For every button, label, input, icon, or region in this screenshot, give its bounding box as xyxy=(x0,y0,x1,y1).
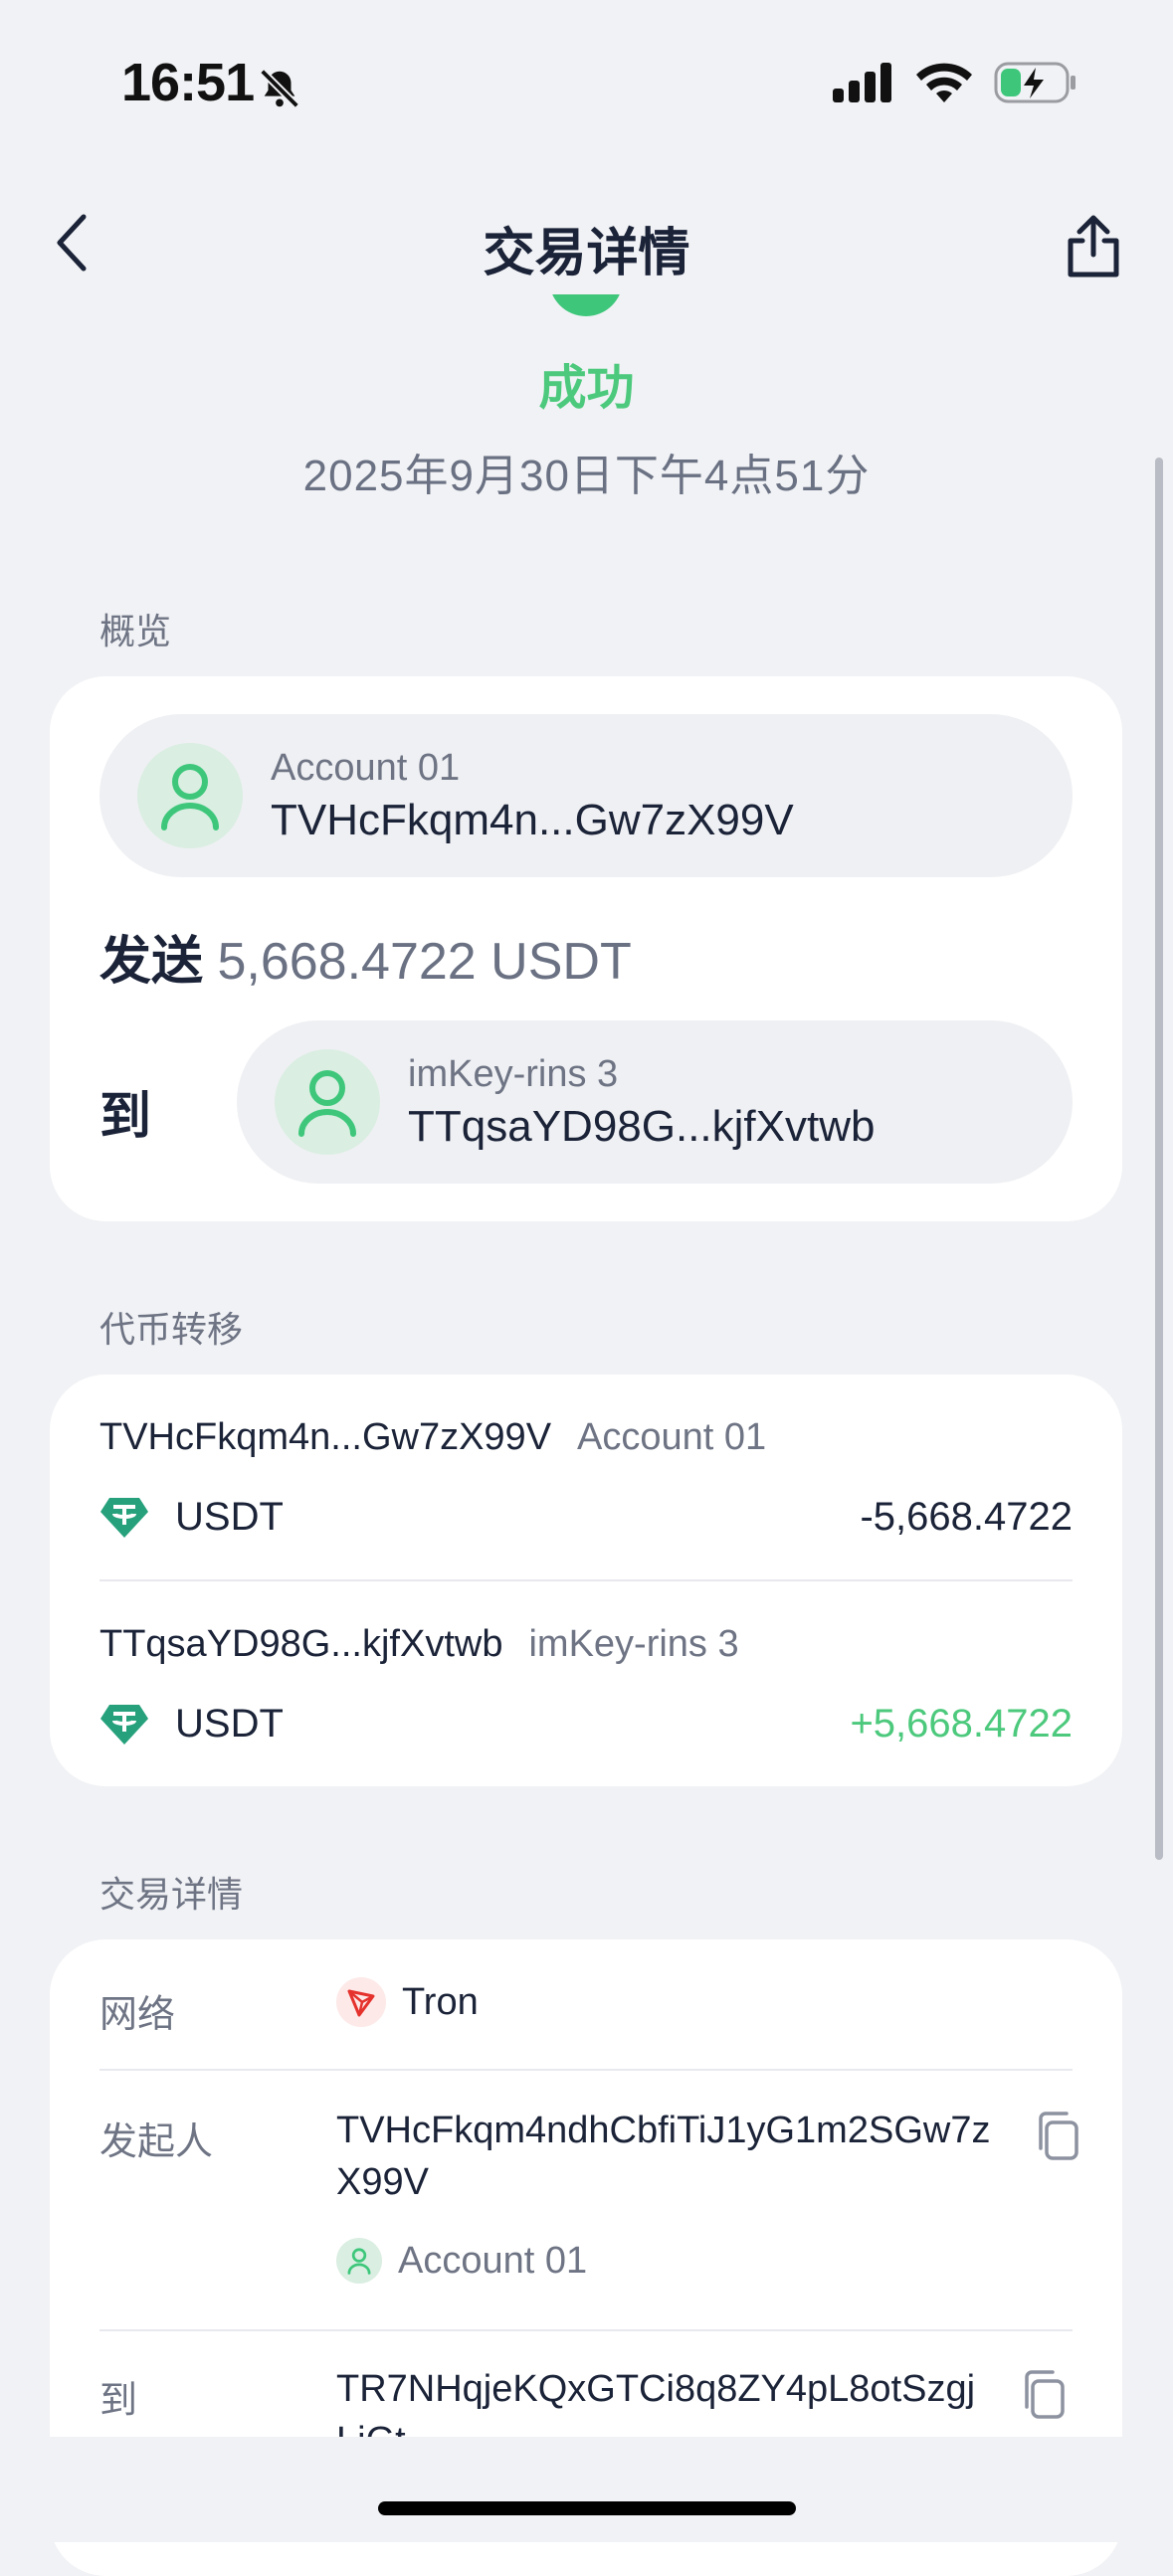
share-icon xyxy=(1068,215,1119,277)
to-label: 到 xyxy=(99,1088,152,1146)
bottom-safe-area xyxy=(0,2437,1173,2542)
transfer-amount: -5,668.4722 xyxy=(860,1495,1073,1539)
scrollbar[interactable] xyxy=(1155,458,1163,1860)
from-account-name: Account 01 xyxy=(271,746,461,789)
bell-slash-icon xyxy=(257,66,302,116)
send-verb: 发送 xyxy=(99,933,204,991)
success-icon xyxy=(549,294,623,316)
copy-icon xyxy=(1039,2112,1078,2160)
recipient-address-line1: TR7NHqjeKQxGTCi8q8ZY4pL8otSzgj xyxy=(336,2368,976,2410)
initiator-label: 发起人 xyxy=(99,2121,214,2163)
page-title: 交易详情 xyxy=(483,225,690,282)
network-label: 网络 xyxy=(99,1994,176,2036)
to-account-pill[interactable]: imKey-rins 3 TTqsaYD98G...kjfXvtwb xyxy=(237,1020,1073,1184)
usdt-icon xyxy=(100,1497,148,1538)
battery-charging-icon xyxy=(994,62,1077,108)
usdt-icon xyxy=(100,1704,148,1745)
transfer-address: TTqsaYD98G...kjfXvtwb xyxy=(99,1623,503,1665)
divider xyxy=(99,1579,1073,1581)
from-account-address: TVHcFkqm4n...Gw7zX99V xyxy=(271,795,794,844)
copy-initiator-button[interactable] xyxy=(1031,2109,1086,2164)
transfer-row[interactable]: TTqsaYD98G...kjfXvtwb imKey-rins 3 USDT +… xyxy=(99,1623,1073,1747)
from-account-pill[interactable]: Account 01 TVHcFkqm4n...Gw7zX99V xyxy=(99,714,1073,877)
token-symbol: USDT xyxy=(175,1702,284,1746)
wifi-icon xyxy=(916,63,972,107)
send-summary: 发送 5,668.4722 USDT xyxy=(99,919,632,994)
initiator-account: Account 01 xyxy=(336,2238,587,2284)
copy-icon xyxy=(1025,2370,1065,2419)
transfers-card: TVHcFkqm4n...Gw7zX99V Account 01 USDT -5,… xyxy=(50,1375,1122,1786)
transfer-address: TVHcFkqm4n...Gw7zX99V xyxy=(99,1416,552,1458)
status-icons xyxy=(833,62,1077,108)
signal-icon xyxy=(833,63,894,107)
section-label-details: 交易详情 xyxy=(99,1874,244,1915)
user-icon xyxy=(161,764,219,830)
network-value: Tron xyxy=(336,1977,479,2027)
to-account-address: TTqsaYD98G...kjfXvtwb xyxy=(408,1101,876,1151)
transfer-account-name: Account 01 xyxy=(577,1416,767,1458)
token-symbol: USDT xyxy=(175,1495,284,1539)
transfer-amount: +5,668.4722 xyxy=(850,1702,1073,1746)
recipient-label: 到 xyxy=(99,2380,138,2422)
user-icon xyxy=(336,2238,382,2284)
overview-card: Account 01 TVHcFkqm4n...Gw7zX99V 发送 5,66… xyxy=(50,676,1122,1221)
initiator-address-line2: X99V xyxy=(336,2161,429,2203)
initiator-address: TVHcFkqm4ndhCbfiTiJ1yG1m2SGw7z X99V xyxy=(336,2105,990,2208)
network-name: Tron xyxy=(402,1980,479,2023)
share-button[interactable] xyxy=(1050,203,1137,290)
home-indicator[interactable] xyxy=(378,2501,796,2515)
divider xyxy=(99,2329,1073,2331)
avatar xyxy=(275,1049,380,1155)
user-icon xyxy=(298,1070,356,1137)
divider xyxy=(99,2069,1073,2071)
section-label-transfers: 代币转移 xyxy=(99,1309,244,1350)
section-label-overview: 概览 xyxy=(99,611,172,651)
status-text: 成功 xyxy=(538,362,635,415)
initiator-account-name: Account 01 xyxy=(398,2239,588,2282)
initiator-address-line1: TVHcFkqm4ndhCbfiTiJ1yG1m2SGw7z xyxy=(336,2110,991,2151)
transfer-row[interactable]: TVHcFkqm4n...Gw7zX99V Account 01 USDT -5,… xyxy=(99,1416,1073,1540)
status-time: 16:51 xyxy=(121,53,255,112)
to-account-name: imKey-rins 3 xyxy=(408,1052,619,1095)
tron-icon xyxy=(336,1977,386,2027)
transaction-datetime: 2025年9月30日下午4点51分 xyxy=(302,452,871,500)
avatar xyxy=(137,743,243,848)
copy-recipient-button[interactable] xyxy=(1017,2367,1073,2423)
transfer-account-name: imKey-rins 3 xyxy=(528,1623,739,1665)
send-amount: 5,668.4722 USDT xyxy=(217,933,632,991)
